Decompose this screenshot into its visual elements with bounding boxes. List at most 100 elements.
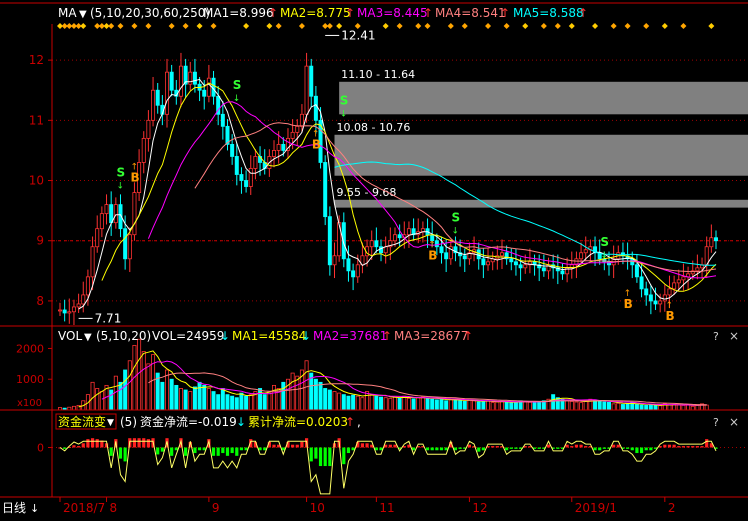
vol-close-icon[interactable]: × [729,329,739,343]
flow-tail: , [357,415,361,429]
candle-body [392,234,397,242]
candle-body [76,303,81,308]
volume-bar [239,392,244,411]
flow-bar [86,439,90,448]
volume-bar [234,397,239,411]
flow-bar [170,447,174,456]
y-tick-label: 12 [29,53,44,67]
volume-bar [337,392,342,411]
candle-body [95,228,100,248]
candle-body [462,255,467,260]
flow-bar [667,444,672,448]
volume-bar [174,384,179,411]
flow-bar [193,447,197,454]
flow-bar [598,447,602,451]
volume-bar [434,399,439,411]
flow-bar [109,447,113,456]
candle-body [290,131,295,139]
candle-body [155,89,160,106]
flow-bar [239,447,244,451]
flow-bar [291,444,295,448]
candle-body [518,264,523,269]
signal-B: B [624,297,633,311]
ma-dropdown-icon[interactable]: ▼ [79,9,87,20]
volume-bar [272,384,277,411]
candle-body [672,282,677,290]
flow-bar [626,447,630,449]
volume-bar [188,391,193,411]
volume-bar [127,360,132,411]
vol-arrow: ↓ [220,329,230,343]
volume-bar [513,401,518,411]
flow-dropdown-icon[interactable]: ▼ [107,418,114,428]
volume-bar [597,400,602,411]
volume-bar [290,372,295,411]
volume-bar [211,391,216,411]
flow-bar [477,447,481,452]
flow-indicator-button[interactable]: 资金流变 [58,414,106,429]
flow-cum-value: 累计净流=0.0203 [248,415,348,429]
volume-bar [388,397,393,411]
signal-arrow: ↓ [600,251,608,261]
vol-help-icon[interactable]: ? [713,330,719,343]
flow-bar [677,446,681,448]
candle-body [81,294,86,305]
flow-bar [584,446,588,448]
zone-rect [339,81,748,115]
bottom-bar: 日线 ↓ [2,501,39,515]
vol-indicator-button[interactable]: VOL [58,329,82,343]
volume-bar [285,378,290,411]
volume-unit-label: x100 [17,398,42,409]
vol-ma1-arrow: ↓ [301,329,311,343]
flow-help-icon[interactable]: ? [713,416,719,429]
candle-body [644,288,649,296]
flow-bar [505,447,509,451]
volume-bar [476,401,481,411]
flow-bar [644,447,648,451]
volume-bar [625,403,630,411]
candle-body [169,71,174,91]
volume-bar [616,402,621,411]
flow-bar [435,447,439,451]
flow-bar [272,444,276,448]
flow-close-icon[interactable]: × [729,415,739,429]
signal-arrow: ↑ [624,289,632,299]
flow-bar [211,447,216,456]
volume-bar [667,404,672,411]
volume-bar [676,404,681,411]
candle-body [541,267,546,272]
period-selector[interactable]: 日线 [2,501,26,515]
candle-body [299,113,304,127]
ma1-value: MA1=8.996 [203,6,274,20]
ma4-arrow: ↑ [500,6,510,20]
candle-body [676,279,681,284]
period-dropdown-icon[interactable]: ↓ [30,502,39,515]
signal-arrow: ↓ [340,109,348,119]
flow-bar [495,446,499,448]
candle-body [486,261,491,266]
flow-bar [514,447,518,449]
signal-arrow: ↑ [312,129,320,139]
volume-bar [704,404,709,411]
candle-body [509,258,514,263]
y-tick-label: 11 [29,113,44,127]
volume-bar [486,400,491,411]
ma-indicator-button[interactable]: MA [58,6,77,20]
volume-bar [365,391,370,411]
candle-body [695,267,700,272]
volume-bar [374,395,379,411]
y-tick-label: 10 [29,174,44,188]
price-annotation: 7.71 [95,311,122,325]
candle-body [127,234,132,260]
x-tick-label: 9 [212,501,220,515]
flow-bar [314,447,318,459]
ma5-arrow: ↑ [578,6,588,20]
volume-bar [532,401,537,411]
vol-dropdown-icon[interactable]: ▼ [84,332,92,343]
signal-arrow: ↓ [233,94,241,104]
flow-bar [72,445,76,448]
flow-bar [235,447,239,456]
volume-bar [220,388,225,411]
flow-bar [705,439,709,448]
flow-bar [95,439,99,448]
